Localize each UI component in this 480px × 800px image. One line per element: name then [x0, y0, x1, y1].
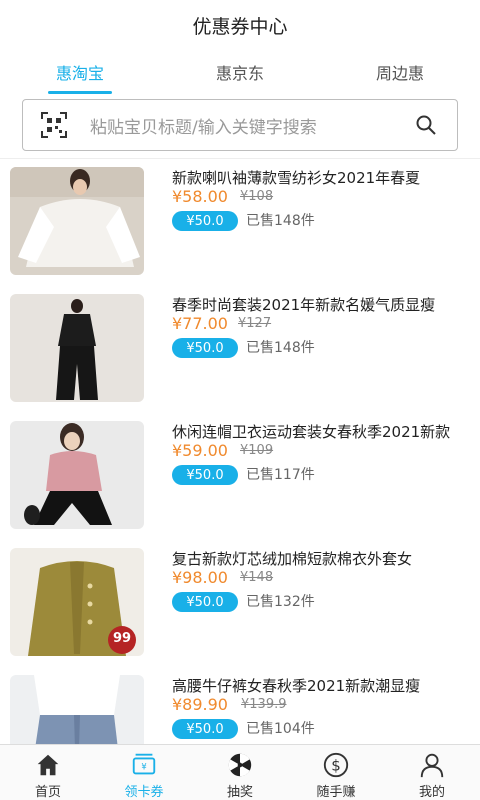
- nav-label: 抽奖: [226, 785, 253, 800]
- user-icon: [420, 753, 444, 778]
- nav-label: 我的: [418, 785, 445, 800]
- product-title: 新款喇叭袖薄款雪纺衫女2021年春夏: [172, 169, 421, 187]
- product-list: 新款喇叭袖薄款雪纺衫女2021年春夏 ¥58.00 ¥108 ¥50.0 已售1…: [0, 158, 480, 744]
- product-original-price: ¥108: [240, 189, 274, 204]
- sold-count: 已售117件: [246, 467, 315, 483]
- coupon-badge[interactable]: ¥50.0: [172, 211, 238, 231]
- nav-label: 随手赚: [316, 785, 356, 800]
- coupon-badge[interactable]: ¥50.0: [172, 465, 238, 485]
- tab-bar: 惠淘宝 惠京东 周边惠: [0, 50, 480, 94]
- product-title: 春季时尚套装2021年新款名媛气质显瘦: [172, 296, 436, 314]
- product-item[interactable]: 休闲连帽卫衣运动套装女春秋季2021新款 ¥59.00 ¥109 ¥50.0 已…: [0, 413, 480, 540]
- price-tag-badge: 99: [112, 631, 132, 646]
- home-icon: [37, 754, 59, 776]
- nav-profile[interactable]: 我的: [384, 745, 480, 800]
- sold-count: 已售148件: [246, 213, 315, 229]
- search-icon[interactable]: [415, 114, 437, 136]
- tab-label: 周边惠: [375, 64, 424, 83]
- nav-home[interactable]: 首页: [0, 745, 96, 800]
- lottery-icon: [228, 753, 252, 777]
- coupon-badge[interactable]: ¥50.0: [172, 338, 238, 358]
- svg-text:$: $: [331, 757, 341, 775]
- product-image[interactable]: [10, 675, 144, 744]
- tab-jd[interactable]: 惠京东: [160, 50, 320, 94]
- product-image[interactable]: [10, 294, 144, 402]
- product-item[interactable]: 春季时尚套装2021年新款名媛气质显瘦 ¥77.00 ¥127 ¥50.0 已售…: [0, 286, 480, 413]
- product-original-price: ¥139.9: [241, 697, 287, 712]
- sold-count: 已售104件: [246, 721, 315, 737]
- product-image[interactable]: [10, 421, 144, 529]
- dollar-icon: $: [323, 752, 349, 778]
- product-price: ¥59.00: [172, 441, 228, 460]
- product-original-price: ¥127: [238, 316, 272, 331]
- page-header: 优惠券中心: [0, 0, 480, 50]
- product-item[interactable]: 99 复古新款灯芯绒加棉短款棉衣外套女 ¥98.00 ¥148 ¥50.0 已售…: [0, 540, 480, 667]
- product-price: ¥58.00: [172, 187, 228, 206]
- nav-label: 领卡券: [124, 785, 164, 800]
- product-title: 复古新款灯芯绒加棉短款棉衣外套女: [172, 550, 413, 568]
- page-title: 优惠券中心: [192, 15, 288, 38]
- product-original-price: ¥109: [240, 443, 274, 458]
- tab-nearby[interactable]: 周边惠: [320, 50, 480, 94]
- product-item[interactable]: 高腰牛仔裤女春秋季2021新款潮显瘦 ¥89.90 ¥139.9 ¥50.0 已…: [0, 667, 480, 744]
- product-price: ¥98.00: [172, 568, 228, 587]
- product-title: 休闲连帽卫衣运动套装女春秋季2021新款: [172, 423, 451, 441]
- product-price: ¥77.00: [172, 314, 228, 333]
- coupon-icon: ¥: [132, 753, 156, 775]
- product-image[interactable]: [10, 167, 144, 275]
- search-input[interactable]: 粘贴宝贝标题/输入关键字搜索: [90, 113, 415, 138]
- sold-count: 已售132件: [246, 594, 315, 610]
- nav-earn[interactable]: $ 随手赚: [288, 745, 384, 800]
- coupon-badge[interactable]: ¥50.0: [172, 719, 238, 739]
- svg-text:¥: ¥: [141, 762, 146, 772]
- tab-taobao[interactable]: 惠淘宝: [0, 50, 160, 94]
- tab-label: 惠淘宝: [55, 64, 104, 83]
- product-image[interactable]: 99: [10, 548, 144, 656]
- nav-label: 首页: [34, 785, 61, 800]
- product-original-price: ¥148: [240, 570, 274, 585]
- search-bar[interactable]: 粘贴宝贝标题/输入关键字搜索: [22, 99, 458, 151]
- nav-coupons[interactable]: ¥ 领卡券: [96, 745, 192, 800]
- tab-active-indicator: [48, 91, 112, 94]
- tab-label: 惠京东: [215, 64, 264, 83]
- qr-scan-icon[interactable]: [40, 111, 68, 139]
- sold-count: 已售148件: [246, 340, 315, 356]
- bottom-nav: 首页 ¥ 领卡券 抽奖 $ 随手赚 我的: [0, 744, 480, 800]
- product-title: 高腰牛仔裤女春秋季2021新款潮显瘦: [172, 677, 421, 695]
- nav-lottery[interactable]: 抽奖: [192, 745, 288, 800]
- coupon-badge[interactable]: ¥50.0: [172, 592, 238, 612]
- product-item[interactable]: 新款喇叭袖薄款雪纺衫女2021年春夏 ¥58.00 ¥108 ¥50.0 已售1…: [0, 159, 480, 286]
- product-price: ¥89.90: [172, 695, 228, 714]
